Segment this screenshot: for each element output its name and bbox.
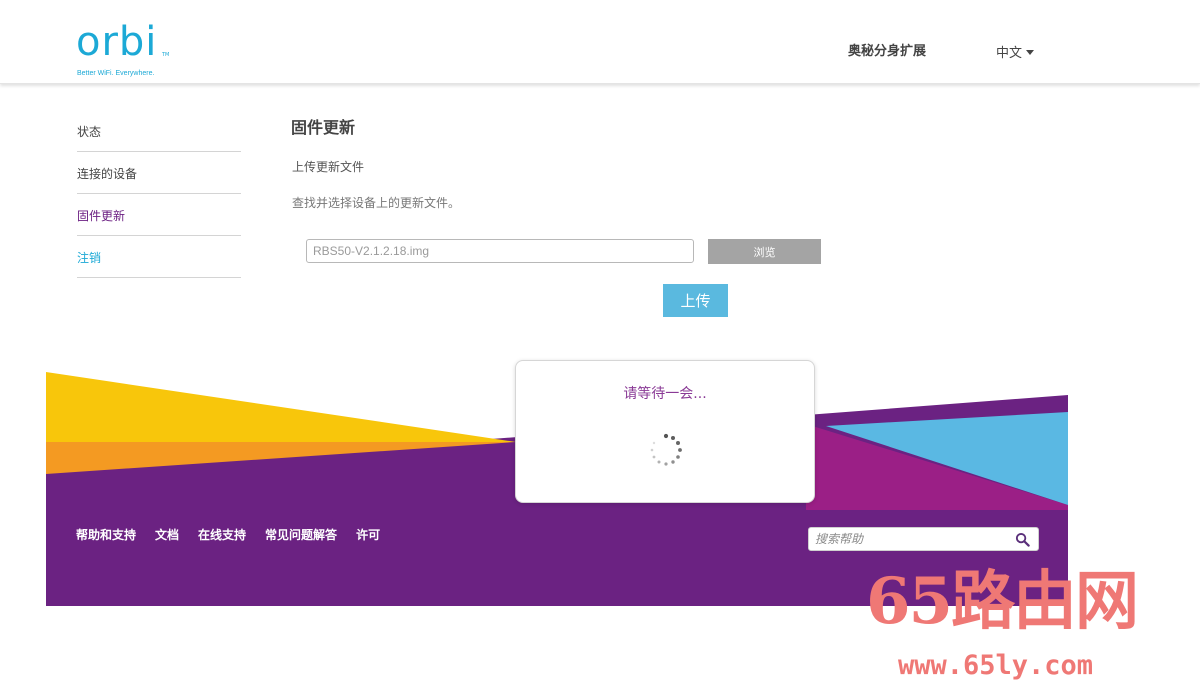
sidebar-item-attached-devices[interactable]: 连接的设备 bbox=[77, 152, 241, 194]
footer-link-faq[interactable]: 常见问题解答 bbox=[265, 526, 337, 543]
footer-search bbox=[808, 527, 1039, 551]
footer-yellow-wedge bbox=[46, 372, 516, 442]
footer-link-online-support[interactable]: 在线支持 bbox=[198, 526, 246, 543]
logo-tagline: Better WiFi. Everywhere. bbox=[77, 70, 155, 77]
orbi-logo[interactable]: orbi TM Better WiFi. Everywhere. bbox=[76, 19, 169, 77]
footer-link-docs[interactable]: 文档 bbox=[155, 526, 179, 543]
sidebar-item-label: 注销 bbox=[77, 251, 102, 265]
sidebar: 状态 连接的设备 固件更新 注销 bbox=[77, 110, 241, 278]
upload-button[interactable]: 上传 bbox=[663, 284, 728, 317]
caret-down-icon bbox=[1026, 50, 1035, 55]
logo-trademark: TM bbox=[162, 52, 170, 58]
watermark-title: 65路由网 bbox=[866, 564, 1139, 639]
footer-link-license[interactable]: 许可 bbox=[356, 526, 380, 543]
search-icon[interactable] bbox=[1015, 532, 1030, 547]
wait-message: 请等待一会... bbox=[623, 386, 707, 402]
footer-links: 帮助和支持 文档 在线支持 常见问题解答 许可 bbox=[76, 526, 399, 543]
top-header: orbi TM Better WiFi. Everywhere. 奥秘分身扩展 … bbox=[0, 0, 1200, 84]
logo-wordmark: orbi bbox=[76, 19, 158, 65]
sidebar-item-label: 状态 bbox=[77, 125, 102, 139]
file-path-field[interactable] bbox=[306, 239, 694, 263]
language-selector[interactable]: 中文 bbox=[996, 42, 1035, 61]
sidebar-item-label: 连接的设备 bbox=[77, 167, 138, 181]
spinner-icon bbox=[650, 433, 682, 466]
please-wait-modal: 请等待一会... bbox=[515, 360, 815, 503]
sidebar-item-label: 固件更新 bbox=[77, 209, 126, 223]
watermark-url: www.65ly.com bbox=[898, 650, 1094, 681]
section-subtitle: 上传更新文件 bbox=[292, 160, 365, 174]
sidebar-item-firmware-update[interactable]: 固件更新 bbox=[77, 194, 241, 236]
extend-link[interactable]: 奥秘分身扩展 bbox=[848, 40, 926, 59]
footer-link-help-support[interactable]: 帮助和支持 bbox=[76, 526, 136, 543]
language-label: 中文 bbox=[996, 46, 1023, 61]
search-input[interactable] bbox=[809, 528, 1009, 550]
sidebar-item-logout[interactable]: 注销 bbox=[77, 236, 241, 278]
page-title: 固件更新 bbox=[291, 118, 356, 137]
browse-button[interactable]: 浏览 bbox=[708, 239, 821, 264]
section-description: 查找并选择设备上的更新文件。 bbox=[292, 196, 461, 210]
sidebar-item-status[interactable]: 状态 bbox=[77, 110, 241, 152]
